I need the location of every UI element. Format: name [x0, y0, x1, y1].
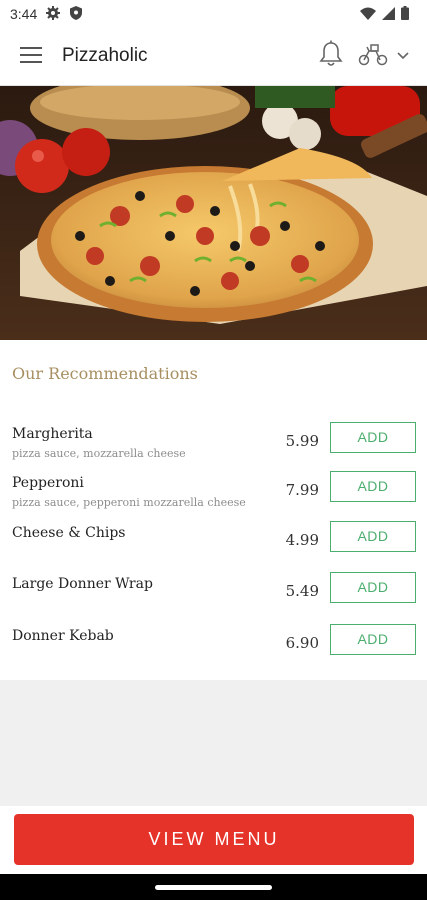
app-title: Pizzaholic	[62, 45, 148, 66]
item-name: Cheese & Chips	[12, 525, 126, 541]
signal-icon	[382, 6, 395, 25]
item-description: pizza sauce, mozzarella cheese	[12, 447, 186, 460]
menu-item: Margherita pizza sauce, mozzarella chees…	[0, 422, 427, 466]
system-nav-bar	[0, 874, 427, 900]
menu-item: Donner Kebab 6.90 ADD	[0, 624, 427, 668]
menu-item: Cheese & Chips 4.99 ADD	[0, 521, 427, 565]
recommendations-heading: Our Recommendations	[12, 364, 198, 383]
settings-gear-icon	[46, 6, 60, 25]
item-name: Pepperoni	[12, 475, 84, 491]
item-price: 5.99	[285, 432, 319, 450]
menu-item: Large Donner Wrap 5.49 ADD	[0, 572, 427, 616]
wifi-icon	[360, 7, 376, 25]
item-price: 7.99	[285, 481, 319, 499]
item-price: 6.90	[285, 634, 319, 652]
status-time: 3:44	[10, 6, 38, 22]
pizza-hero-image	[0, 86, 427, 340]
cta-bar: VIEW MENU	[0, 806, 427, 874]
delivery-scooter-icon[interactable]	[358, 42, 388, 68]
add-button[interactable]: ADD	[330, 422, 416, 453]
item-name: Large Donner Wrap	[12, 576, 153, 592]
menu-item: Pepperoni pizza sauce, pepperoni mozzare…	[0, 471, 427, 515]
add-button[interactable]: ADD	[330, 624, 416, 655]
chevron-down-icon[interactable]	[396, 48, 412, 64]
item-name: Margherita	[12, 426, 93, 442]
item-name: Donner Kebab	[12, 628, 114, 644]
add-button[interactable]: ADD	[330, 471, 416, 502]
hamburger-menu-icon[interactable]	[20, 44, 42, 66]
notification-bell-icon[interactable]	[318, 40, 346, 70]
content-spacer	[0, 680, 427, 806]
status-bar: 3:44	[0, 0, 427, 28]
recommendations-section: Our Recommendations Margherita pizza sau…	[0, 340, 427, 680]
home-gesture-handle[interactable]	[155, 885, 272, 890]
shield-icon	[70, 6, 82, 25]
item-price: 5.49	[285, 582, 319, 600]
item-price: 4.99	[285, 531, 319, 549]
battery-icon	[401, 6, 409, 25]
item-description: pizza sauce, pepperoni mozzarella cheese	[12, 496, 246, 509]
view-menu-button[interactable]: VIEW MENU	[14, 814, 414, 865]
app-bar: Pizzaholic	[0, 28, 427, 86]
add-button[interactable]: ADD	[330, 521, 416, 552]
add-button[interactable]: ADD	[330, 572, 416, 603]
